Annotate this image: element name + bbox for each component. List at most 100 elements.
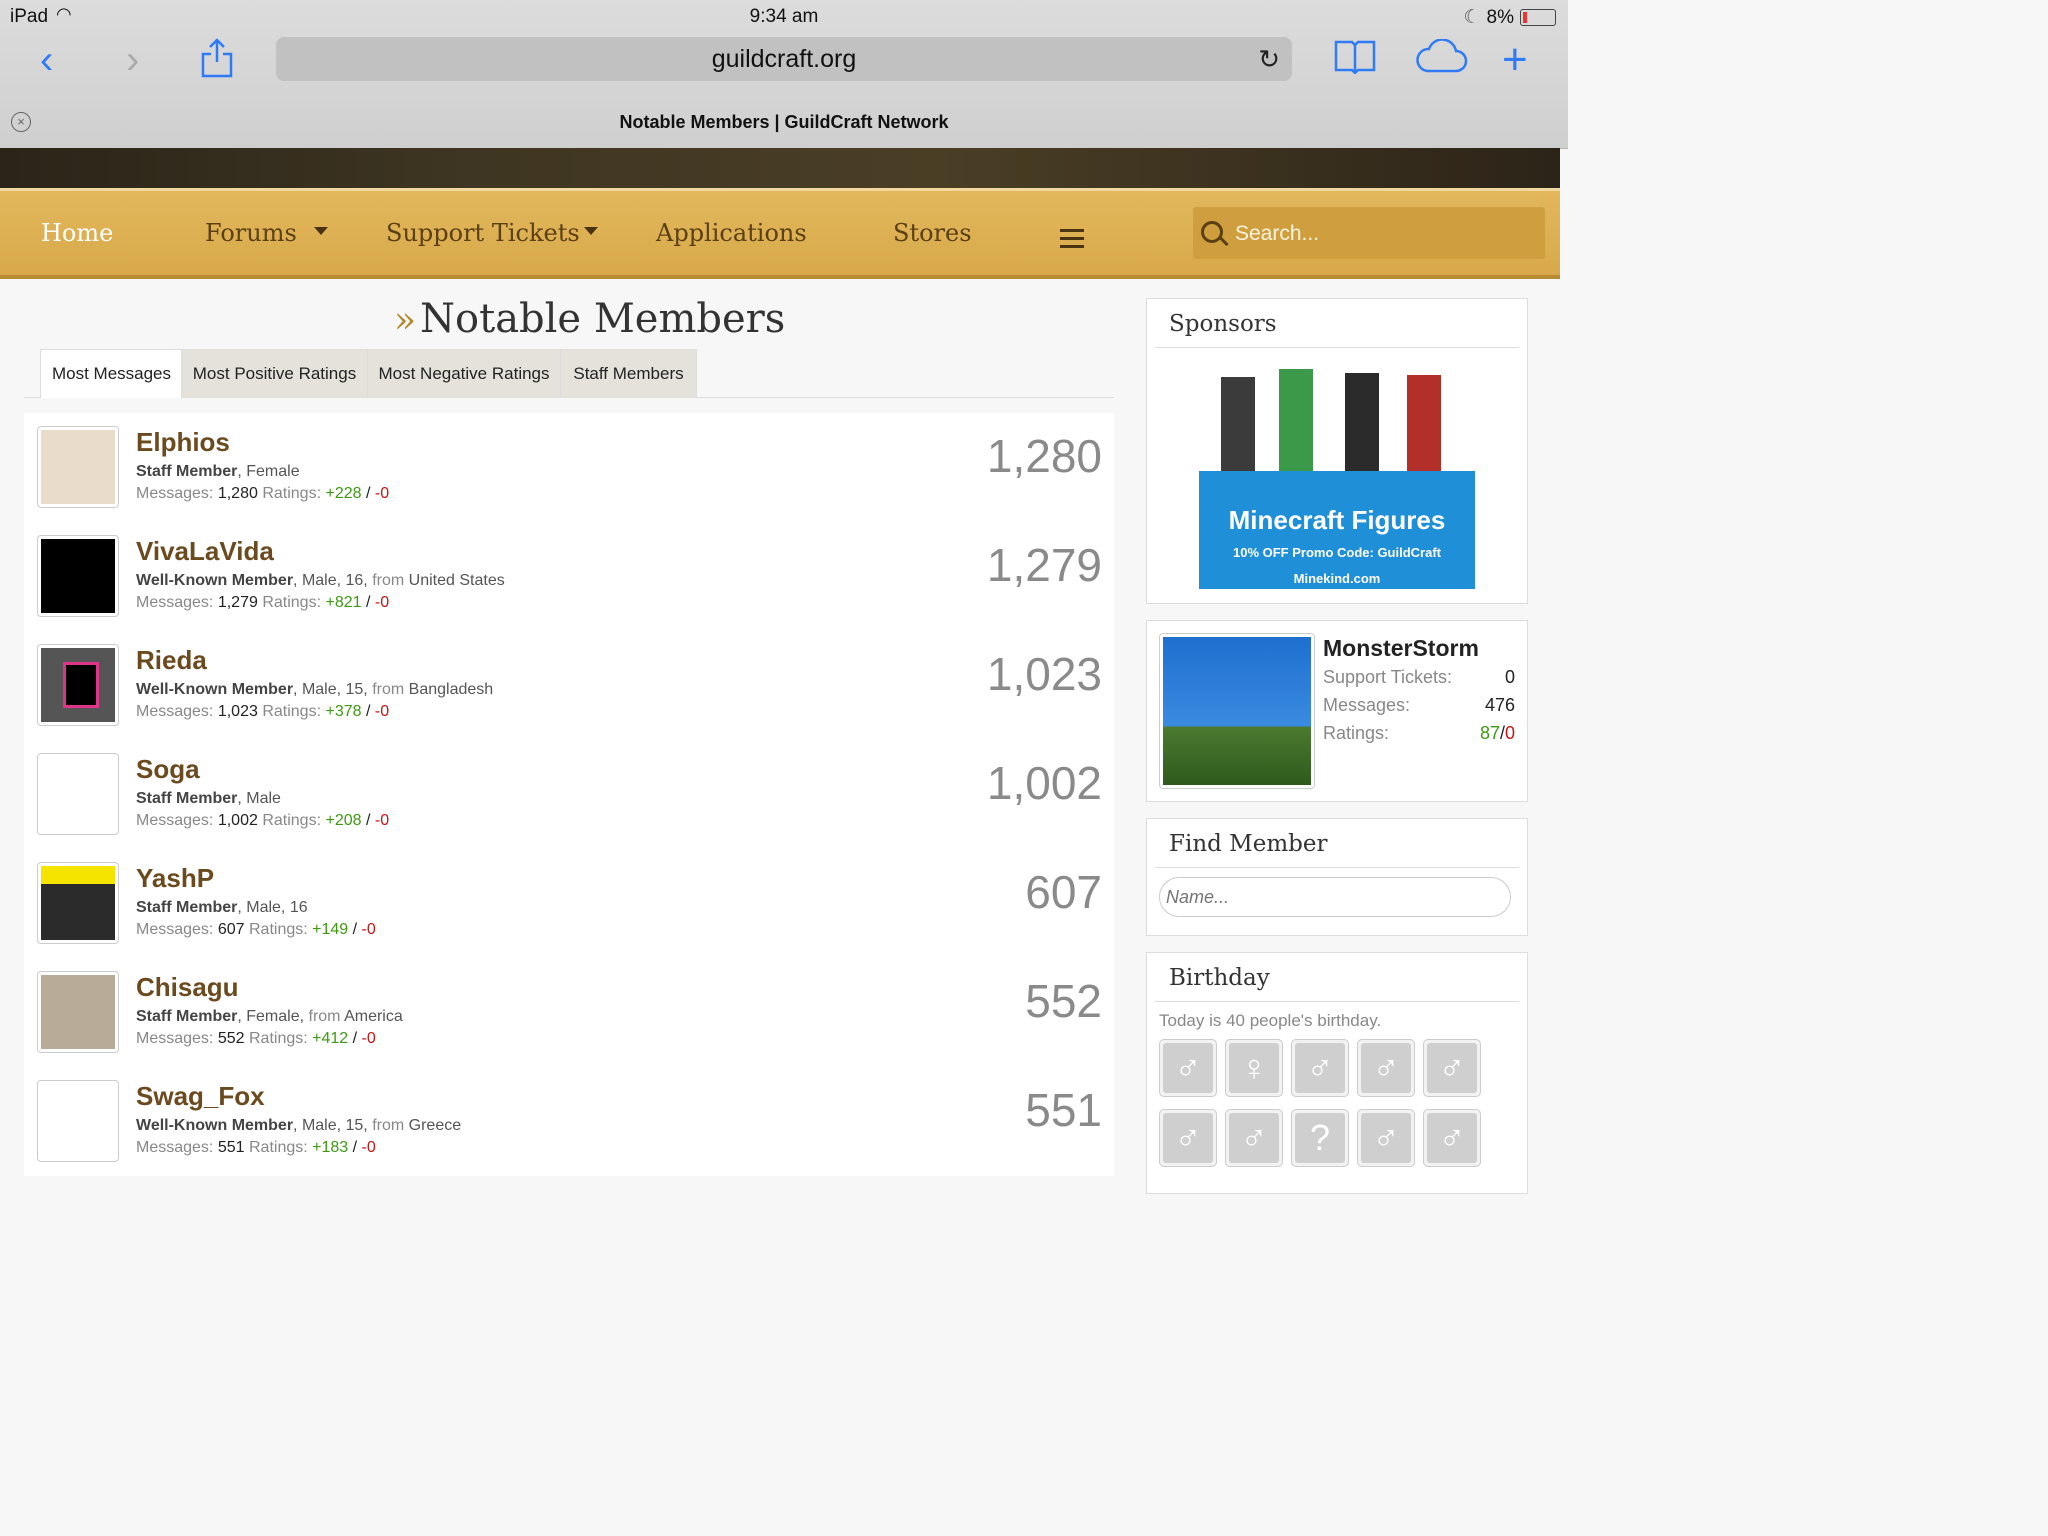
stat-value: 0 bbox=[1504, 667, 1515, 687]
member-avatar[interactable] bbox=[37, 1080, 119, 1162]
gender-icon: ♀ bbox=[1229, 1043, 1279, 1093]
birthday-avatar[interactable]: ♂ bbox=[1159, 1039, 1217, 1097]
ratings-negative: -0 bbox=[374, 703, 390, 720]
gender-icon: ♂ bbox=[1229, 1113, 1279, 1163]
tab-most-messages[interactable]: Most Messages bbox=[40, 349, 183, 398]
avatar-image bbox=[41, 648, 115, 722]
messages-value: 1,280 bbox=[217, 485, 258, 502]
tab-most-negative-ratings[interactable]: Most Negative Ratings bbox=[367, 349, 561, 398]
from-label: from bbox=[372, 1117, 405, 1134]
messages-label: Messages: bbox=[136, 921, 214, 938]
member-details: , Female, bbox=[237, 1008, 305, 1025]
user-stat-messages: Messages: 476 bbox=[1323, 695, 1515, 716]
member-row: Rieda Well-Known Member, Male, 15, from B… bbox=[24, 631, 1114, 740]
member-name[interactable]: Chisagu bbox=[136, 972, 239, 1003]
member-location: United States bbox=[408, 572, 505, 589]
nav-stores[interactable]: Stores bbox=[893, 219, 972, 247]
birthday-avatar[interactable]: ♂ bbox=[1357, 1039, 1415, 1097]
url-bar[interactable]: guildcraft.org ↻ bbox=[276, 37, 1292, 81]
birthday-avatar[interactable]: ♂ bbox=[1423, 1039, 1481, 1097]
battery-percent: 8% bbox=[1486, 6, 1514, 28]
avatar-image bbox=[41, 1084, 115, 1158]
new-tab-icon[interactable]: + bbox=[1502, 38, 1528, 82]
member-list: Elphios Staff Member, Female Messages: 1,2… bbox=[24, 413, 1114, 1176]
back-icon[interactable]: ‹ bbox=[40, 38, 53, 82]
member-name[interactable]: Soga bbox=[136, 754, 200, 785]
icloud-tabs-icon[interactable] bbox=[1414, 38, 1468, 82]
birthday-title: Birthday bbox=[1169, 965, 1270, 991]
member-avatar[interactable] bbox=[37, 644, 119, 726]
forward-icon[interactable]: › bbox=[126, 38, 139, 82]
search-box[interactable] bbox=[1193, 207, 1545, 261]
member-stats: Messages: 552 Ratings: +412 / -0 bbox=[136, 1030, 376, 1047]
from-label: from bbox=[308, 1008, 341, 1025]
messages-value: 551 bbox=[217, 1139, 245, 1156]
birthday-avatar[interactable]: ♂ bbox=[1225, 1109, 1283, 1167]
divider bbox=[1155, 1001, 1519, 1002]
birthday-avatar[interactable]: ♂ bbox=[1291, 1039, 1349, 1097]
member-avatar[interactable] bbox=[37, 971, 119, 1053]
member-avatar[interactable] bbox=[37, 535, 119, 617]
member-name[interactable]: Rieda bbox=[136, 645, 207, 676]
user-name[interactable]: MonsterStorm bbox=[1323, 635, 1479, 662]
ratings-positive: +412 bbox=[312, 1030, 349, 1047]
ratings-negative: 0 bbox=[1504, 723, 1515, 743]
ratings-negative: -0 bbox=[361, 921, 376, 938]
url-text: guildcraft.org bbox=[711, 45, 857, 73]
search-input[interactable] bbox=[1233, 207, 1537, 261]
gender-icon: ? bbox=[1295, 1113, 1345, 1163]
tab-most-positive-ratings[interactable]: Most Positive Ratings bbox=[181, 349, 368, 398]
member-location: Bangladesh bbox=[408, 681, 494, 698]
member-name[interactable]: Elphios bbox=[136, 427, 230, 458]
member-details: , Male, 16, bbox=[293, 572, 368, 589]
birthday-avatar[interactable]: ♀ bbox=[1225, 1039, 1283, 1097]
member-avatar[interactable] bbox=[37, 426, 119, 508]
birthday-avatar[interactable]: ♂ bbox=[1423, 1109, 1481, 1167]
bookmarks-icon[interactable] bbox=[1334, 38, 1376, 83]
figure-image bbox=[1345, 373, 1379, 477]
stat-value[interactable]: 476 bbox=[1485, 695, 1515, 716]
sponsor-ad[interactable]: Minecraft Figures 10% OFF Promo Code: Gu… bbox=[1199, 363, 1475, 589]
avatar-detail bbox=[63, 662, 99, 708]
ad-title: Minecraft Figures bbox=[1228, 505, 1446, 535]
ad-promo: 10% OFF Promo Code: GuildCraft bbox=[1232, 545, 1441, 560]
nav-applications[interactable]: Applications bbox=[656, 219, 807, 247]
user-stat-tickets: Support Tickets: 0 bbox=[1323, 667, 1515, 688]
birthday-avatar[interactable]: ? bbox=[1291, 1109, 1349, 1167]
find-member-title: Find Member bbox=[1169, 831, 1328, 857]
member-name[interactable]: YashP bbox=[136, 863, 214, 894]
page-title-text: Notable Members bbox=[420, 296, 786, 342]
member-info: Well-Known Member, Male, 15, from Bangla… bbox=[136, 681, 493, 699]
avatar-image bbox=[41, 866, 115, 940]
member-name-input[interactable] bbox=[1159, 877, 1511, 917]
member-name[interactable]: VivaLaVida bbox=[136, 536, 274, 567]
menu-icon[interactable] bbox=[1060, 229, 1084, 253]
chevron-down-icon[interactable] bbox=[314, 227, 328, 235]
member-avatar[interactable] bbox=[37, 753, 119, 835]
ratings-positive: +149 bbox=[312, 921, 349, 938]
nav-home[interactable]: Home bbox=[41, 219, 113, 247]
share-icon[interactable] bbox=[200, 38, 234, 87]
member-avatar[interactable] bbox=[37, 862, 119, 944]
avatar-image bbox=[41, 757, 115, 831]
messages-label: Messages: bbox=[136, 1030, 214, 1047]
chevron-down-icon[interactable] bbox=[584, 227, 598, 235]
gender-icon: ♂ bbox=[1361, 1113, 1411, 1163]
title-marker-icon: » bbox=[394, 300, 417, 341]
ratings-negative: -0 bbox=[374, 812, 390, 829]
ratings-positive: +208 bbox=[325, 812, 362, 829]
birthday-avatar[interactable]: ♂ bbox=[1357, 1109, 1415, 1167]
message-count: 552 bbox=[1025, 975, 1102, 1027]
figure-image bbox=[1407, 375, 1441, 477]
member-info: Well-Known Member, Male, 16, from United… bbox=[136, 572, 505, 590]
ratings-label: Ratings: bbox=[262, 594, 322, 611]
reload-icon[interactable]: ↻ bbox=[1258, 37, 1280, 81]
tab-staff-members[interactable]: Staff Members bbox=[560, 349, 697, 398]
nav-support-tickets[interactable]: Support Tickets bbox=[386, 219, 580, 247]
user-avatar[interactable] bbox=[1159, 633, 1315, 789]
figure-image bbox=[1279, 369, 1313, 477]
member-row: Elphios Staff Member, Female Messages: 1,2… bbox=[24, 413, 1114, 522]
nav-forums[interactable]: Forums bbox=[205, 219, 297, 247]
birthday-avatar[interactable]: ♂ bbox=[1159, 1109, 1217, 1167]
member-name[interactable]: Swag_Fox bbox=[136, 1081, 265, 1112]
